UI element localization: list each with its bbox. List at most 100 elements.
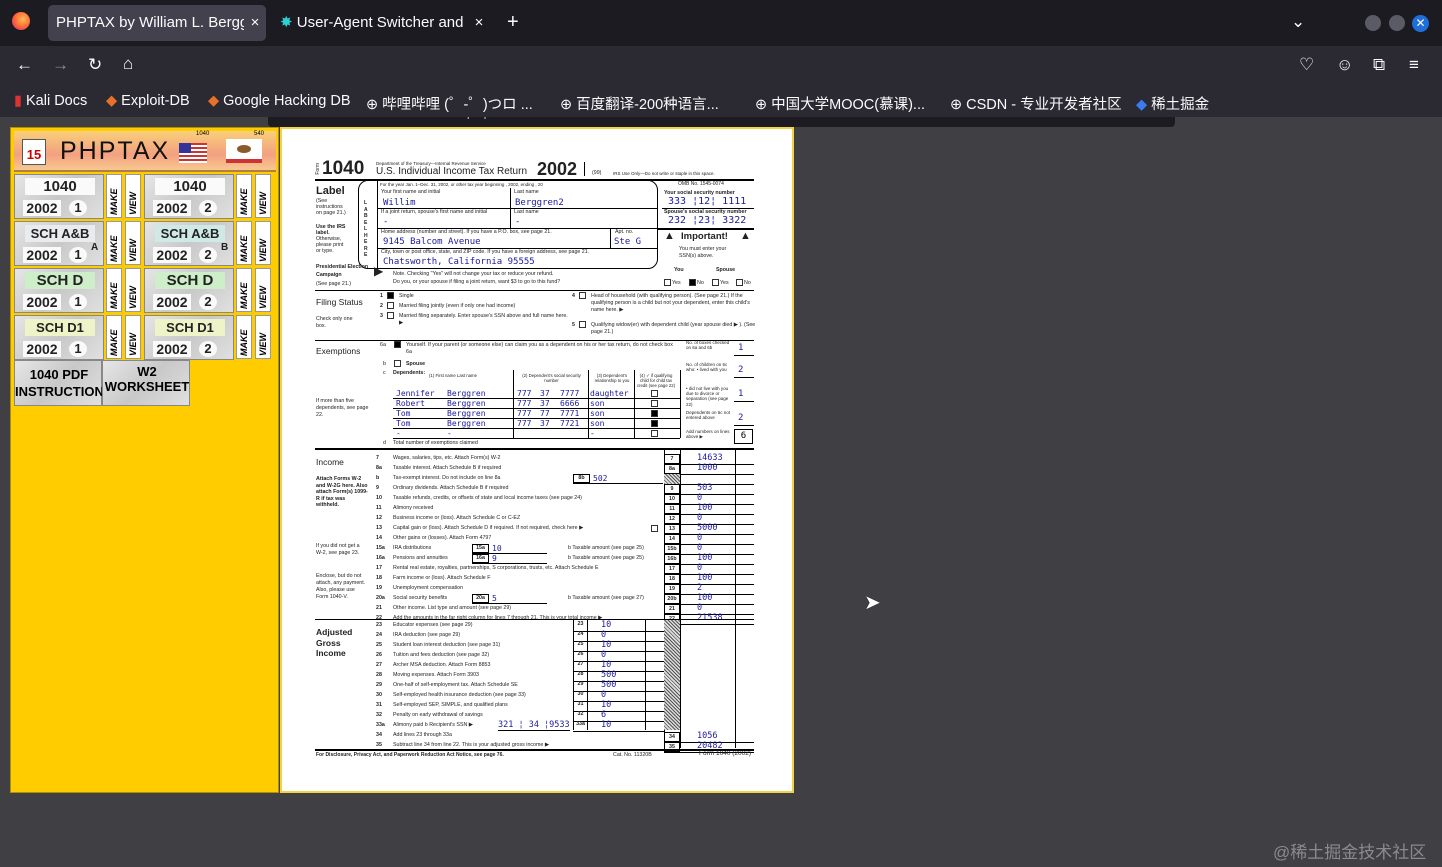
form-year: 2002 <box>153 341 191 357</box>
form-tile-schab-1[interactable]: SCH A&B 2002 1 A <box>14 221 104 266</box>
calendar-icon: 15 <box>22 139 46 165</box>
menu-icon[interactable]: ≡ <box>1409 55 1419 75</box>
form-tile-schd1-1[interactable]: SCH D1 2002 1 <box>14 315 104 360</box>
1040-pdf-instructions-button[interactable]: 1040 PDF INSTRUCTIONS <box>14 360 113 406</box>
make-button-7[interactable]: MAKE <box>236 315 252 359</box>
bookmark-item[interactable]: ◆ 稀土掘金 <box>1136 93 1209 114</box>
bookmark-label: 稀土掘金 <box>1151 97 1210 113</box>
make-button-6[interactable]: MAKE <box>106 315 122 359</box>
close-tab-icon[interactable]: × <box>468 5 490 41</box>
bookmark-item[interactable]: ⊕ 哔哩哔哩 (゜-゜)つロ ... <box>366 93 533 114</box>
form-name: SCH D1 <box>25 319 95 336</box>
account-icon[interactable]: ☺ <box>1336 55 1353 75</box>
bookmark-item[interactable]: ⊕ 百度翻译-200种语言... <box>560 93 719 114</box>
reload-icon[interactable]: ↻ <box>88 55 102 75</box>
tab-bar: PHPTAX by William L. Berggren × ✸ User-A… <box>0 0 1442 46</box>
form-name: SCH D1 <box>155 319 225 336</box>
make-button-3[interactable]: MAKE <box>236 221 252 265</box>
firefox-icon <box>12 12 30 30</box>
make-button-0[interactable]: MAKE <box>106 174 122 218</box>
form-copy-number: 2 <box>199 341 217 357</box>
bookmark-item[interactable]: ◆ Exploit-DB <box>106 93 190 109</box>
view-button-1[interactable]: VIEW <box>255 174 271 218</box>
bookmark-item[interactable]: ▮ Kali Docs <box>14 93 87 109</box>
back-icon[interactable]: ← <box>16 55 33 75</box>
bookmark-item[interactable]: ⊕ CSDN - 专业开发者社区 <box>950 93 1122 114</box>
form-name: SCH D <box>155 272 225 289</box>
bookmark-icon: ◆ <box>208 93 220 109</box>
pocket-icon[interactable]: ♡ <box>1299 55 1314 75</box>
nav-bar: ← → ↻ ⌂ ⛉ 🔓︎ 192.168.2.131:8080/phptax/ … <box>0 46 1442 127</box>
form-copy-number: 1 <box>69 294 87 310</box>
form-1040-frame <box>280 127 794 793</box>
view-button-6[interactable]: VIEW <box>125 315 141 359</box>
form-copy-number: 2 <box>199 200 217 216</box>
close-window-button[interactable]: ✕ <box>1412 15 1429 32</box>
form-copy-number: 1 <box>69 200 87 216</box>
form-tile-schab-2[interactable]: SCH A&B 2002 2 B <box>144 221 234 266</box>
phptax-menu-frame: 15 PHPTAX 1040 540 1040 PDF INSTRUCTIONS… <box>10 127 279 793</box>
form-tile-1040-2[interactable]: 1040 2002 2 <box>144 174 234 219</box>
tab-phptax[interactable]: PHPTAX by William L. Berggren × <box>48 5 266 41</box>
tab-label: User-Agent Switcher and Manager <box>296 14 490 31</box>
bookmark-icon: ⊕ <box>366 97 379 113</box>
form-name: SCH D <box>25 272 95 289</box>
forward-icon[interactable]: → <box>52 55 69 75</box>
bookmark-label: 百度翻译-200种语言... <box>576 97 719 113</box>
tab-user-agent[interactable]: ✸ User-Agent Switcher and Manager × <box>272 5 490 41</box>
extensions-icon[interactable]: ⧉ <box>1373 55 1385 75</box>
mouse-cursor-icon: ➤ <box>864 592 881 614</box>
bookmark-label: CSDN - 专业开发者社区 <box>966 97 1122 113</box>
bookmark-icon: ◆ <box>1136 97 1148 113</box>
form-year: 2002 <box>153 247 191 263</box>
maximize-button[interactable] <box>1389 15 1405 31</box>
form-tile-1040-1[interactable]: 1040 2002 1 <box>14 174 104 219</box>
make-button-2[interactable]: MAKE <box>106 221 122 265</box>
bookmark-item[interactable]: ◆ Google Hacking DB <box>208 93 351 109</box>
make-button-5[interactable]: MAKE <box>236 268 252 312</box>
form-suffix: B <box>221 242 229 253</box>
make-button-1[interactable]: MAKE <box>236 174 252 218</box>
home-icon[interactable]: ⌂ <box>123 54 133 74</box>
view-button-7[interactable]: VIEW <box>255 315 271 359</box>
bookmark-label: 哔哩哔哩 (゜-゜)つロ ... <box>382 97 533 113</box>
form-name: SCH A&B <box>155 225 225 242</box>
form-tile-schd1-2[interactable]: SCH D1 2002 2 <box>144 315 234 360</box>
view-button-2[interactable]: VIEW <box>125 221 141 265</box>
form-name: 1040 <box>155 178 225 195</box>
form-copy-number: 2 <box>199 294 217 310</box>
form-year: 2002 <box>23 200 61 216</box>
form-tile-schd-2[interactable]: SCH D 2002 2 <box>144 268 234 313</box>
form-year: 2002 <box>153 294 191 310</box>
bookmark-item[interactable]: ⊕ 中国大学MOOC(慕课)... <box>755 93 925 114</box>
bookmark-icon: ⊕ <box>755 97 768 113</box>
bookmark-label: Exploit-DB <box>121 93 190 109</box>
extension-icon: ✸ <box>280 14 293 31</box>
bookmark-icon: ▮ <box>14 93 22 109</box>
flag-label: 540 <box>254 131 265 137</box>
new-tab-button[interactable]: + <box>507 11 519 34</box>
bookmark-icon: ◆ <box>106 93 118 109</box>
pdf-instructions-label: 1040 PDF INSTRUCTIONS <box>15 367 113 399</box>
view-button-0[interactable]: VIEW <box>125 174 141 218</box>
app-title: PHPTAX <box>60 137 171 165</box>
us-flag-icon <box>179 143 207 163</box>
w2-worksheet-label: W2 WORKSHEET <box>104 364 190 394</box>
view-button-3[interactable]: VIEW <box>255 221 271 265</box>
watermark: @稀土掘金技术社区 <box>1273 843 1427 862</box>
w2-worksheet-button[interactable]: W2 WORKSHEET <box>102 360 190 406</box>
form-tile-schd-1[interactable]: SCH D 2002 1 <box>14 268 104 313</box>
flag-label: 1040 <box>196 131 210 137</box>
view-button-5[interactable]: VIEW <box>255 268 271 312</box>
form-year: 2002 <box>23 341 61 357</box>
bookmark-label: Kali Docs <box>25 93 88 109</box>
form-year: 2002 <box>153 200 191 216</box>
minimize-button[interactable] <box>1365 15 1381 31</box>
view-button-4[interactable]: VIEW <box>125 268 141 312</box>
california-flag-icon <box>226 139 262 163</box>
form-copy-number: 2 <box>199 247 217 263</box>
make-button-4[interactable]: MAKE <box>106 268 122 312</box>
bookmark-icon: ⊕ <box>560 97 573 113</box>
close-tab-icon[interactable]: × <box>244 5 266 41</box>
chevron-down-icon[interactable]: ⌄ <box>1291 12 1305 32</box>
